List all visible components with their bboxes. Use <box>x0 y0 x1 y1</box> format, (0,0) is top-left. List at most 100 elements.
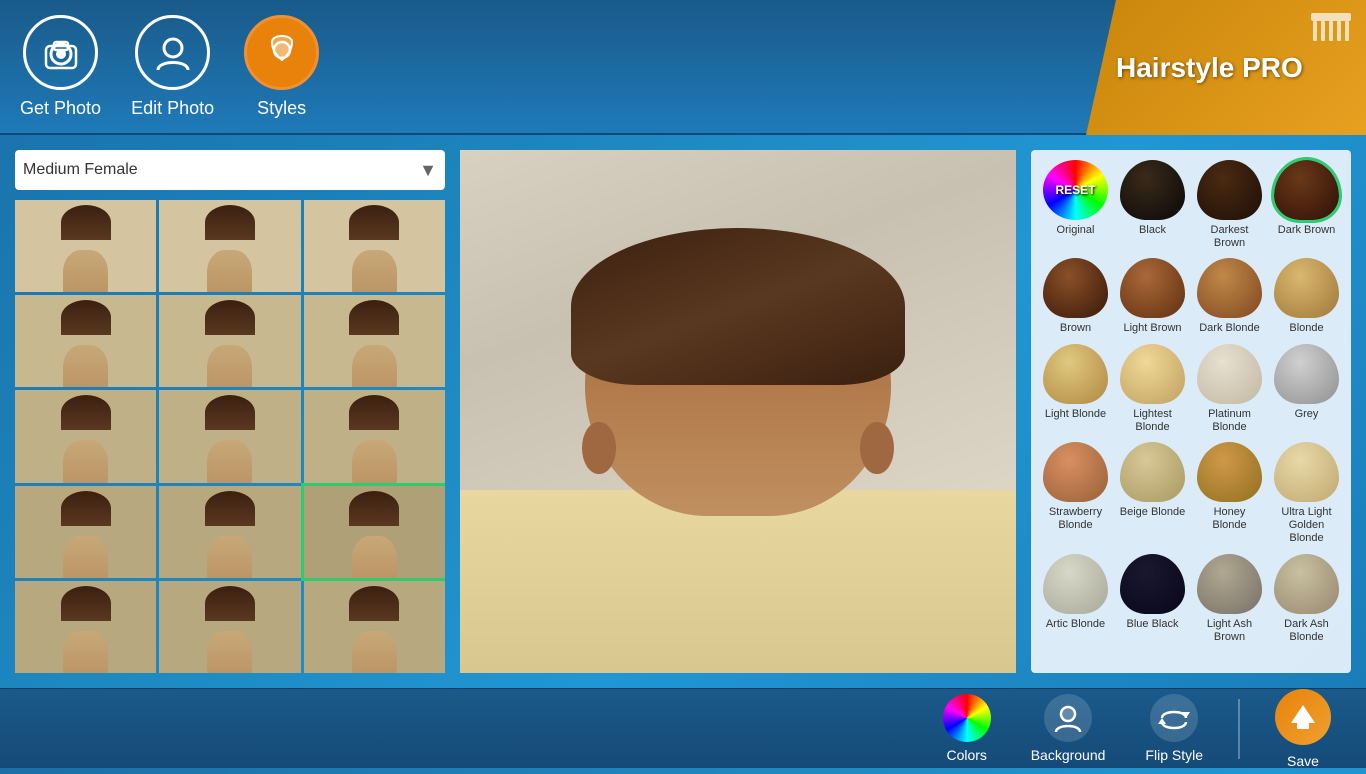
ultra-light-golden-blonde-label: Ultra Light Golden Blonde <box>1272 506 1341 546</box>
nav-styles-label: Styles <box>257 98 306 119</box>
color-blue-black[interactable]: Blue Black <box>1118 554 1187 644</box>
style-cell-66[interactable]: 66 <box>304 581 445 673</box>
dark-brown-label: Dark Brown <box>1278 224 1335 237</box>
color-light-brown[interactable]: Light Brown <box>1118 258 1187 335</box>
style-cell-above-55[interactable] <box>15 200 156 292</box>
left-panel: Medium Female ▼ 55 56 5 <box>15 150 445 673</box>
reset-swatch: RESET <box>1043 160 1108 220</box>
style-cell-59[interactable]: 59 <box>159 390 300 482</box>
color-original[interactable]: RESET Original <box>1041 160 1110 250</box>
background-label: Background <box>1031 747 1106 763</box>
save-button[interactable]: Save <box>1260 684 1346 774</box>
camera-icon <box>23 15 98 90</box>
style-cell-65[interactable]: 65 <box>159 581 300 673</box>
color-lightest-blonde[interactable]: Lightest Blonde <box>1118 344 1187 434</box>
color-light-blonde[interactable]: Light Blonde <box>1041 344 1110 434</box>
honey-blonde-label: Honey Blonde <box>1195 506 1264 532</box>
color-black[interactable]: Black <box>1118 160 1187 250</box>
style-cell-above-57[interactable] <box>304 200 445 292</box>
colors-button[interactable]: Colors <box>928 689 1006 768</box>
colors-label: Colors <box>946 747 986 763</box>
dropdown-arrow-icon: ▼ <box>419 160 437 181</box>
dark-blonde-swatch <box>1197 258 1262 318</box>
color-blonde[interactable]: Blonde <box>1272 258 1341 335</box>
brown-label: Brown <box>1060 322 1091 335</box>
style-cell-63[interactable]: ✓ <box>304 486 445 578</box>
black-label: Black <box>1139 224 1166 237</box>
lightest-blonde-swatch <box>1120 344 1185 404</box>
darkest-brown-swatch <box>1197 160 1262 220</box>
brown-swatch <box>1043 258 1108 318</box>
color-original-label: Original <box>1057 224 1095 237</box>
color-beige-blonde[interactable]: Beige Blonde <box>1118 442 1187 546</box>
dark-blonde-label: Dark Blonde <box>1199 322 1260 335</box>
nav-get-photo[interactable]: Get Photo <box>20 15 101 119</box>
light-ash-brown-label: Light Ash Brown <box>1195 618 1264 644</box>
app-header: Get Photo Edit Photo Styles Hairstyle P <box>0 0 1366 135</box>
strawberry-blonde-label: Strawberry Blonde <box>1041 506 1110 532</box>
reset-label: RESET <box>1055 183 1095 197</box>
background-icon <box>1044 694 1092 742</box>
dark-ash-blonde-swatch <box>1274 554 1339 614</box>
blonde-label: Blonde <box>1289 322 1323 335</box>
style-cell-58[interactable]: 58 <box>15 390 156 482</box>
light-brown-label: Light Brown <box>1123 322 1181 335</box>
selected-color-check: ✓ <box>1274 160 1339 180</box>
light-blonde-swatch <box>1043 344 1108 404</box>
color-strawberry-blonde[interactable]: Strawberry Blonde <box>1041 442 1110 546</box>
flip-style-label: Flip Style <box>1145 747 1203 763</box>
color-panel: RESET Original Black Darkest Brown ✓ Dar… <box>1031 150 1351 673</box>
color-brown[interactable]: Brown <box>1041 258 1110 335</box>
style-cell-56[interactable]: 56 <box>159 295 300 387</box>
color-honey-blonde[interactable]: Honey Blonde <box>1195 442 1264 546</box>
light-blonde-label: Light Blonde <box>1045 408 1106 421</box>
beige-blonde-swatch <box>1120 442 1185 502</box>
color-darkest-brown[interactable]: Darkest Brown <box>1195 160 1264 250</box>
save-label: Save <box>1287 753 1319 769</box>
toolbar-divider <box>1238 699 1240 759</box>
header-nav: Get Photo Edit Photo Styles <box>20 15 319 119</box>
color-platinum-blonde[interactable]: Platinum Blonde <box>1195 344 1264 434</box>
style-cell-55[interactable]: 55 <box>15 295 156 387</box>
style-cell-61[interactable]: 61 <box>15 486 156 578</box>
style-grid: 55 56 57 58 59 60 <box>15 200 445 673</box>
style-cell-60[interactable]: 60 <box>304 390 445 482</box>
nav-styles[interactable]: Styles <box>244 15 319 119</box>
main-photo-view <box>460 150 1016 673</box>
color-grey[interactable]: Grey <box>1272 344 1341 434</box>
blonde-swatch <box>1274 258 1339 318</box>
bottom-toolbar: Colors Background Flip Style <box>0 688 1366 768</box>
style-cell-above-56[interactable] <box>159 200 300 292</box>
darkest-brown-label: Darkest Brown <box>1195 224 1264 250</box>
artic-blonde-swatch <box>1043 554 1108 614</box>
blue-black-swatch <box>1120 554 1185 614</box>
platinum-blonde-swatch <box>1197 344 1262 404</box>
black-swatch <box>1120 160 1185 220</box>
brand-text: Hairstyle PRO <box>1116 52 1303 84</box>
color-light-ash-brown[interactable]: Light Ash Brown <box>1195 554 1264 644</box>
center-panel <box>460 150 1016 673</box>
style-cell-64[interactable]: 64 <box>15 581 156 673</box>
style-category-dropdown[interactable]: Medium Female ▼ <box>15 150 445 190</box>
color-dark-blonde[interactable]: Dark Blonde <box>1195 258 1264 335</box>
background-button[interactable]: Background <box>1016 689 1121 768</box>
color-ultra-light-golden-blonde[interactable]: Ultra Light Golden Blonde <box>1272 442 1341 546</box>
light-brown-swatch <box>1120 258 1185 318</box>
save-icon <box>1275 689 1331 745</box>
style-cell-57[interactable]: 57 <box>304 295 445 387</box>
main-content: Medium Female ▼ 55 56 5 <box>0 135 1366 688</box>
color-artic-blonde[interactable]: Artic Blonde <box>1041 554 1110 644</box>
flip-style-icon <box>1150 694 1198 742</box>
dark-ash-blonde-label: Dark Ash Blonde <box>1272 618 1341 644</box>
honey-blonde-swatch <box>1197 442 1262 502</box>
flip-style-button[interactable]: Flip Style <box>1130 689 1218 768</box>
color-dark-ash-blonde[interactable]: Dark Ash Blonde <box>1272 554 1341 644</box>
strawberry-blonde-swatch <box>1043 442 1108 502</box>
grey-label: Grey <box>1295 408 1319 421</box>
nav-get-photo-label: Get Photo <box>20 98 101 119</box>
nav-edit-photo[interactable]: Edit Photo <box>131 15 214 119</box>
style-cell-62[interactable]: 62 <box>159 486 300 578</box>
nav-edit-photo-label: Edit Photo <box>131 98 214 119</box>
artic-blonde-label: Artic Blonde <box>1046 618 1105 631</box>
color-dark-brown[interactable]: ✓ Dark Brown <box>1272 160 1341 250</box>
